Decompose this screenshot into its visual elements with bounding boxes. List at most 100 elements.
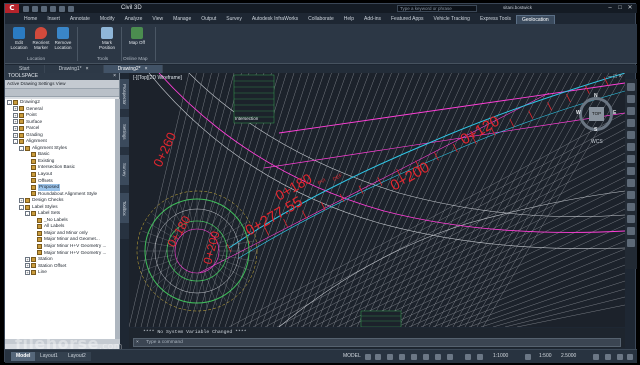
close-icon[interactable]: × [136,339,139,346]
showmotion-icon[interactable] [627,131,635,139]
ribbon-tab-featured-apps[interactable]: Featured Apps [386,15,429,24]
tool-icon[interactable] [627,191,635,199]
ribbon-tab-analyze[interactable]: Analyze [120,15,148,24]
minimize-icon[interactable]: – [605,4,615,13]
ribbon-tab-geolocation[interactable]: Geolocation [515,15,555,24]
command-input[interactable]: × Type a command [133,338,621,347]
ortho-icon[interactable] [387,354,393,360]
tool-icon[interactable] [627,167,635,175]
expand-icon[interactable]: + [13,132,18,138]
steering-wheel-icon[interactable] [627,83,635,91]
mark-position-button[interactable]: Mark Position [97,27,117,50]
ribbon-tab-manage[interactable]: Manage [168,15,196,24]
print-icon[interactable] [50,5,56,12]
collapse-icon[interactable]: - [25,211,30,217]
side-tab-survey[interactable]: Survey [120,155,129,185]
expand-icon[interactable]: + [13,119,18,125]
edit-location-button[interactable]: Edit Location [9,27,29,50]
search-input[interactable]: Type a keyword or phrase [397,5,477,12]
tree-item[interactable]: + Line [5,269,115,276]
redo-icon[interactable] [68,5,74,12]
tool-icon[interactable] [627,203,635,211]
collapse-icon[interactable]: - [19,145,24,151]
tab-model[interactable]: Model [11,352,36,361]
undo-icon[interactable] [59,5,65,12]
collapse-icon[interactable]: - [13,139,18,145]
model-space-toggle[interactable]: MODEL [343,353,361,359]
collapse-icon[interactable]: - [7,99,12,105]
ribbon-tab-survey[interactable]: Survey [221,15,247,24]
side-tab-prospector[interactable]: Prospector [120,79,129,109]
clean-screen-icon[interactable] [617,354,623,360]
ribbon-tab-collaborate[interactable]: Collaborate [303,15,339,24]
tab-drawing1[interactable]: Drawing1* × [44,65,104,73]
expand-icon[interactable]: + [13,125,18,131]
tool-icon[interactable] [627,239,635,247]
ribbon-tab-add-ins[interactable]: Add-ins [359,15,386,24]
tab-start[interactable]: Start [5,65,45,73]
expand-icon[interactable]: + [25,269,30,275]
workspace-icon[interactable] [525,354,531,360]
tool-icon[interactable] [627,227,635,235]
ribbon-tab-vehicle-tracking[interactable]: Vehicle Tracking [429,15,475,24]
ribbon-tab-annotate[interactable]: Annotate [65,15,95,24]
customization-icon[interactable] [627,354,633,360]
tool-icon[interactable] [627,215,635,223]
transparency-icon[interactable] [447,354,453,360]
application-menu-button[interactable]: C [5,4,19,13]
annotation-scale[interactable]: 1:1000 [493,353,508,359]
polar-icon[interactable] [399,354,405,360]
viewcube[interactable]: TOP N S W E [576,93,617,133]
new-icon[interactable] [23,5,29,12]
ribbon-tab-view[interactable]: View [147,15,168,24]
pan-icon[interactable] [627,95,635,103]
maximize-icon[interactable]: □ [615,4,625,13]
remove-location-button[interactable]: Remove Location [53,27,73,50]
elevation-value[interactable]: 2.5000 [561,353,576,359]
side-tab-settings[interactable]: Settings [120,117,129,147]
tool-icon[interactable] [627,155,635,163]
reorient-marker-button[interactable]: Reorient Marker [31,27,51,50]
save-icon[interactable] [41,5,47,12]
tab-drawing2[interactable]: Drawing2* × [103,65,163,73]
user-account[interactable]: sitani.bostwick [503,5,532,10]
lineweight-icon[interactable] [435,354,441,360]
ribbon-tab-modify[interactable]: Modify [95,15,120,24]
ribbon-tab-output[interactable]: Output [196,15,221,24]
expand-icon[interactable]: + [19,197,24,203]
collapse-icon[interactable]: - [19,204,24,210]
close-icon[interactable]: ✕ [625,4,635,13]
ribbon-tab-autodesk-infraworks[interactable]: Autodesk InfraWorks [247,15,303,24]
isolate-icon[interactable] [593,354,599,360]
tool-icon[interactable] [627,143,635,151]
snap-icon[interactable] [375,354,381,360]
open-icon[interactable] [32,5,38,12]
ribbon-tab-help[interactable]: Help [339,15,359,24]
side-tab-toolbox[interactable]: Toolbox [120,193,129,223]
close-icon[interactable]: × [113,73,119,80]
ribbon-tab-express-tools[interactable]: Express Tools [475,15,516,24]
tool-icon[interactable] [627,179,635,187]
map-off-button[interactable]: Map Off [127,27,147,45]
otrack-icon[interactable] [423,354,429,360]
expand-icon[interactable]: + [25,256,30,262]
close-tab-icon[interactable]: × [86,66,89,72]
zoom-icon[interactable] [627,107,635,115]
ribbon-tab-home[interactable]: Home [19,15,42,24]
viewcube-top-face[interactable]: TOP [589,107,604,121]
expand-icon[interactable]: + [13,106,18,112]
viewport-controls-label[interactable]: [-][Top][2D Wireframe] [133,75,182,81]
view-selector-dropdown[interactable]: Active Drawing Settings View [5,80,119,89]
annotation-scale-secondary[interactable]: 1:500 [539,353,552,359]
expand-icon[interactable]: + [13,112,18,118]
grid-icon[interactable] [365,354,371,360]
orbit-icon[interactable] [627,119,635,127]
viewport-window-controls[interactable]: – □ × [608,74,622,80]
ribbon-tab-insert[interactable]: Insert [42,15,65,24]
tab-layout2[interactable]: Layout2 [63,352,91,361]
tab-layout1[interactable]: Layout1 [35,352,63,361]
osnap-icon[interactable] [411,354,417,360]
close-tab-icon[interactable]: × [145,66,148,72]
drawing-area[interactable]: 0+120 0+200 0+180 0+277.55 0+260 0+180 0… [129,73,625,327]
hardware-acceleration-icon[interactable] [605,354,611,360]
